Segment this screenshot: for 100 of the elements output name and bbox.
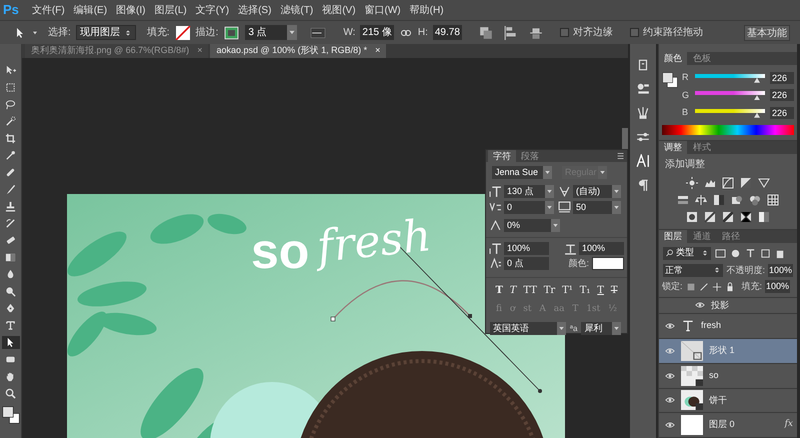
text-color-swatch[interactable] xyxy=(592,257,624,270)
layer-row[interactable]: 图层 0 fx xyxy=(659,413,797,438)
channel-slider[interactable] xyxy=(695,108,765,118)
tracking-dropdown[interactable]: 50 xyxy=(573,201,621,214)
blend-mode-dropdown[interactable]: 正常 xyxy=(663,264,724,277)
panel-tab[interactable]: 段落 xyxy=(516,150,544,162)
color-spectrum-bar[interactable] xyxy=(662,124,794,134)
menu-item[interactable]: 编辑(E) xyxy=(74,2,108,18)
posterize-icon[interactable] xyxy=(704,210,716,222)
height-field[interactable]: 49.78 xyxy=(432,25,462,40)
lock-pixels-icon[interactable] xyxy=(686,282,696,292)
path-tool-button[interactable] xyxy=(2,336,20,349)
layer-row[interactable]: 饼干 xyxy=(659,388,797,414)
menu-item[interactable]: 窗口(W) xyxy=(364,2,401,18)
image-filter-icon[interactable] xyxy=(715,248,726,258)
layer-row[interactable]: 投影 xyxy=(659,298,797,314)
gradient-map-icon[interactable] xyxy=(758,210,770,222)
baseline-shift-field[interactable]: 0 点 xyxy=(504,257,549,270)
close-tab-button[interactable]: × xyxy=(197,44,202,58)
language-dropdown[interactable]: 英国英语 xyxy=(490,322,566,335)
font-family-dropdown[interactable]: Jenna Sue xyxy=(492,166,552,179)
menu-item[interactable]: 图像(I) xyxy=(116,2,146,18)
properties-panel-icon[interactable] xyxy=(636,82,650,96)
slider-thumb[interactable] xyxy=(754,95,760,100)
panel-tab[interactable]: 颜色 xyxy=(659,52,687,65)
text-style-button[interactable]: T xyxy=(495,282,503,298)
horizontal-scale-field[interactable]: 100% xyxy=(579,242,624,255)
menu-item[interactable]: 文字(Y) xyxy=(196,2,230,18)
channel-value-field[interactable]: 226 xyxy=(770,89,794,102)
menu-item[interactable]: 图层(L) xyxy=(154,2,187,18)
stroke-width-field[interactable]: 3 点 xyxy=(245,25,288,40)
anchor-point[interactable] xyxy=(330,316,336,322)
lock-icon[interactable] xyxy=(724,282,735,292)
slider-thumb[interactable] xyxy=(754,112,760,118)
eye-icon[interactable] xyxy=(665,321,675,332)
constrain-path-checkbox[interactable] xyxy=(630,28,639,37)
move-arrows-icon[interactable] xyxy=(712,282,722,292)
antialias-dropdown[interactable]: 犀利 xyxy=(581,322,622,335)
text-style-button[interactable]: T¹ xyxy=(562,282,573,298)
align-edges-checkbox[interactable] xyxy=(560,28,569,37)
eye-icon[interactable] xyxy=(665,370,675,381)
close-tab-button[interactable]: × xyxy=(375,44,380,58)
panel-tab[interactable]: 路径 xyxy=(717,230,745,242)
slider-thumb[interactable] xyxy=(754,78,760,83)
eye-icon[interactable] xyxy=(665,346,675,356)
text-style-button[interactable]: TT xyxy=(523,282,537,298)
color-swatches-icon[interactable] xyxy=(2,406,20,424)
invert-icon[interactable] xyxy=(686,210,698,222)
tool-presets-icon[interactable] xyxy=(636,130,650,144)
channel-slider[interactable] xyxy=(695,90,765,100)
width-field[interactable]: 215 像 xyxy=(360,25,394,40)
channel-value-field[interactable]: 226 xyxy=(770,106,794,119)
caret-icon[interactable] xyxy=(287,25,298,40)
panel-tab[interactable]: 样式 xyxy=(688,140,716,154)
layer-row[interactable]: 形状 1 xyxy=(659,339,797,364)
paragraph-panel-icon[interactable] xyxy=(636,178,650,192)
layer-row[interactable]: so xyxy=(659,364,797,389)
channel-value-field[interactable]: 226 xyxy=(770,72,794,84)
menu-item[interactable]: 选择(S) xyxy=(238,2,272,18)
character-panel-icon[interactable] xyxy=(636,154,650,168)
menu-item[interactable]: 视图(V) xyxy=(322,2,356,18)
menu-item[interactable]: 帮助(H) xyxy=(410,2,444,18)
desaturate-icon[interactable] xyxy=(713,194,725,206)
photo-filter-icon[interactable] xyxy=(731,194,743,206)
font-size-dropdown[interactable]: 130 点 xyxy=(504,185,554,198)
leading-dropdown[interactable]: (自动) xyxy=(573,185,621,198)
stroke-swatch-icon[interactable] xyxy=(223,26,240,40)
menu-item[interactable]: 滤镜(T) xyxy=(280,2,314,18)
type-filter-icon[interactable] xyxy=(745,248,756,258)
panel-tab[interactable]: 色板 xyxy=(688,52,716,65)
channel-mixer-icon[interactable] xyxy=(749,194,761,206)
threshold-icon[interactable] xyxy=(722,210,734,222)
eye-icon[interactable] xyxy=(665,395,675,406)
workspace-button[interactable]: 基本功能 xyxy=(744,24,790,40)
color-balance-icon[interactable] xyxy=(695,194,707,206)
color-lookup-icon[interactable] xyxy=(767,194,779,206)
selective-color-icon[interactable] xyxy=(740,210,752,222)
curves-icon[interactable] xyxy=(722,176,734,188)
document-tab[interactable]: aokao.psd @ 100% (形状 1, RGB/8) * × xyxy=(210,44,386,58)
text-style-button[interactable]: Tr xyxy=(544,282,556,298)
brush-icon[interactable] xyxy=(698,282,709,292)
foreground-background-icon[interactable] xyxy=(662,71,678,89)
layer-filter-dropdown[interactable]: 类型 xyxy=(663,246,711,260)
select-dropdown[interactable]: 现用图层 xyxy=(76,25,136,40)
panel-tab[interactable]: 调整 xyxy=(659,140,687,154)
menu-item[interactable]: 文件(F) xyxy=(32,2,65,18)
vibrance-icon[interactable] xyxy=(758,176,770,188)
arrow-tool-icon[interactable] xyxy=(14,26,26,38)
fill-field[interactable]: 100% xyxy=(765,280,790,294)
text-style-button[interactable]: T₁ xyxy=(580,282,590,298)
history-panel-icon[interactable] xyxy=(636,58,650,72)
text-style-button[interactable]: T xyxy=(610,282,618,298)
path-alignment-icon[interactable] xyxy=(504,26,518,40)
channel-slider[interactable] xyxy=(695,72,765,83)
shape-filter-icon[interactable] xyxy=(760,248,771,258)
opacity-field[interactable]: 100% xyxy=(768,264,793,277)
path-operations-icon[interactable] xyxy=(478,26,493,40)
text-style-button[interactable]: T xyxy=(597,282,604,298)
proportional-spacing-dropdown[interactable]: 0% xyxy=(504,219,560,232)
adjustment-filter-icon[interactable] xyxy=(730,248,741,258)
